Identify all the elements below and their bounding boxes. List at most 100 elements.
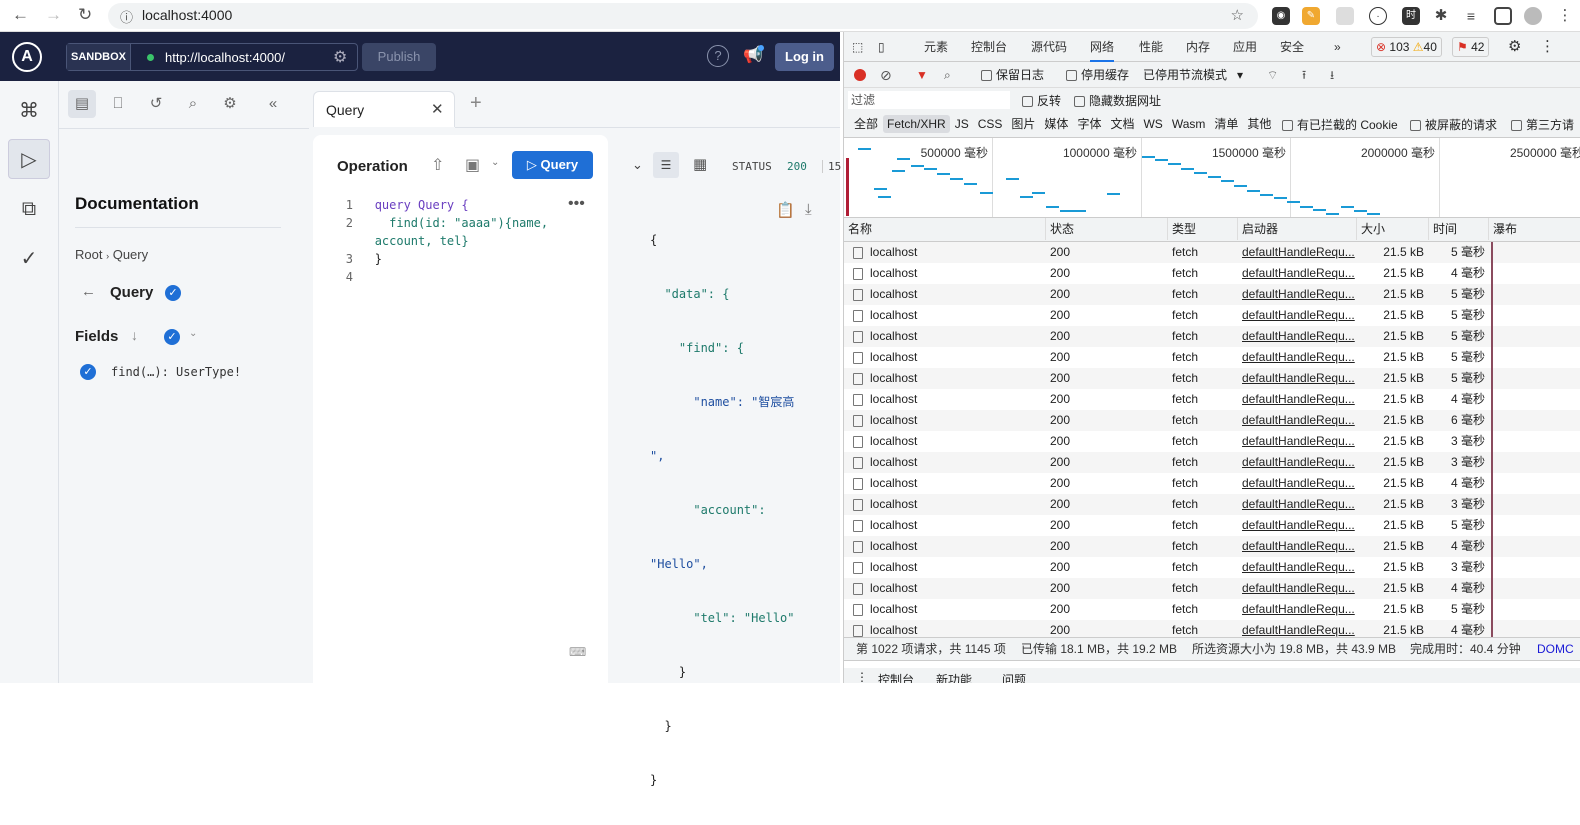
breadcrumb-root[interactable]: Root [75,247,102,262]
row-initiator[interactable]: defaultHandleRequ... [1242,431,1355,452]
type-filter-3[interactable]: CSS [974,115,1007,133]
type-filter-2[interactable]: JS [951,115,973,133]
type-filter-6[interactable]: 字体 [1073,115,1105,133]
tab-console[interactable]: 控制台 [971,32,1007,62]
row-initiator[interactable]: defaultHandleRequ... [1242,410,1355,431]
table-row[interactable]: localhost 200 fetch defaultHandleRequ...… [844,494,1580,515]
apollo-logo-icon[interactable]: A [12,42,42,72]
row-name[interactable]: localhost [870,494,917,515]
check-circle-icon[interactable]: ✓ [165,285,181,301]
col-status[interactable]: 状态 [1046,218,1168,240]
row-name[interactable]: localhost [870,515,917,536]
bookmark-icon[interactable]: ⎕ [104,90,132,118]
type-filter-8[interactable]: WS [1139,115,1166,133]
sort-down-icon[interactable]: ↓ [131,327,138,343]
table-row[interactable]: localhost 200 fetch defaultHandleRequ...… [844,284,1580,305]
select-all-check-icon[interactable]: ✓ [164,329,180,345]
col-initiator[interactable]: 启动器 [1238,218,1357,240]
extension-icon[interactable]: 时 [1402,7,1420,25]
extension-icon[interactable]: ◉ [1272,7,1290,25]
save-icon[interactable]: ▣ [465,155,480,175]
col-waterfall[interactable]: 瀑布 [1489,218,1580,240]
back-arrow-icon[interactable]: ← [81,283,96,300]
row-initiator[interactable]: defaultHandleRequ... [1242,389,1355,410]
table-row[interactable]: localhost 200 fetch defaultHandleRequ...… [844,263,1580,284]
clear-icon[interactable]: ⊘ [880,62,892,88]
hide-data-urls-checkbox[interactable]: 隐藏数据网址 [1074,92,1161,109]
type-filter-7[interactable]: 文档 [1106,115,1138,133]
gear-icon[interactable]: ⚙ [333,47,347,67]
login-button[interactable]: Log in [775,43,834,71]
chevron-down-icon[interactable]: ⌄ [491,157,499,168]
table-row[interactable]: localhost 200 fetch defaultHandleRequ...… [844,431,1580,452]
row-initiator[interactable]: defaultHandleRequ... [1242,599,1355,620]
breadcrumb-query[interactable]: Query [113,247,148,262]
row-initiator[interactable]: defaultHandleRequ... [1242,578,1355,599]
preserve-log-checkbox[interactable]: 保留日志 [981,62,1044,88]
record-icon[interactable] [854,69,866,81]
drawer-tab-console[interactable]: 控制台 [878,671,914,683]
tab-elements[interactable]: 元素 [924,32,948,62]
inspect-icon[interactable]: ⬚ [852,32,863,62]
row-name[interactable]: localhost [870,410,917,431]
extension-icon[interactable] [1336,7,1354,25]
table-row[interactable]: localhost 200 fetch defaultHandleRequ...… [844,389,1580,410]
row-name[interactable]: localhost [870,431,917,452]
checkmark-icon[interactable]: ✓ [8,239,50,279]
row-name[interactable]: localhost [870,347,917,368]
json-view-icon[interactable]: ☰ [653,152,679,178]
row-name[interactable]: localhost [870,536,917,557]
error-warning-counter[interactable]: ⊗ 103 ⚠40 [1371,37,1442,57]
type-filter-11[interactable]: 其他 [1243,115,1275,133]
puzzle-icon[interactable]: ✱ [1432,7,1450,25]
type-filter-5[interactable]: 媒体 [1040,115,1072,133]
back-icon[interactable]: ← [12,5,29,25]
type-filter-9[interactable]: Wasm [1168,115,1210,133]
publish-button[interactable]: Publish [362,43,436,71]
third-party-checkbox[interactable]: 第三方请 [1511,116,1574,133]
tab-sources[interactable]: 源代码 [1031,32,1067,62]
drawer-menu-icon[interactable]: ⋮ [856,670,868,683]
tab-query[interactable]: Query ✕ [313,91,455,127]
settings-gear-icon[interactable]: ⚙ [1508,32,1521,62]
forward-icon[interactable]: → [45,5,62,25]
tab-security[interactable]: 安全 [1280,32,1304,62]
field-check-icon[interactable]: ✓ [80,364,96,380]
filter-input[interactable]: 过滤 [848,91,1010,109]
schema-icon[interactable]: ⌘ [8,91,50,131]
filter-icon[interactable]: ▼ [916,62,928,88]
table-row[interactable]: localhost 200 fetch defaultHandleRequ...… [844,452,1580,473]
table-row[interactable]: localhost 200 fetch defaultHandleRequ...… [844,242,1580,263]
search-icon[interactable]: ⌕ [179,90,207,118]
type-filter-10[interactable]: 清单 [1210,115,1242,133]
invert-checkbox[interactable]: 反转 [1022,92,1061,109]
table-row[interactable]: localhost 200 fetch defaultHandleRequ...… [844,347,1580,368]
type-filter-4[interactable]: 图片 [1007,115,1039,133]
row-initiator[interactable]: defaultHandleRequ... [1242,284,1355,305]
device-toggle-icon[interactable]: ▯ [878,32,885,62]
row-initiator[interactable]: defaultHandleRequ... [1242,494,1355,515]
checks-list-icon[interactable]: ⧉ [8,189,50,229]
export-har-icon[interactable]: ⭳ [1330,62,1334,88]
row-initiator[interactable]: defaultHandleRequ... [1242,347,1355,368]
extension-icon[interactable]: · [1369,7,1387,25]
download-icon[interactable]: ⤓ [805,201,812,218]
table-row[interactable]: localhost 200 fetch defaultHandleRequ...… [844,515,1580,536]
sidepanel-icon[interactable] [1494,7,1512,25]
row-initiator[interactable]: defaultHandleRequ... [1242,473,1355,494]
tab-performance[interactable]: 性能 [1139,32,1163,62]
endpoint-box[interactable]: SANDBOX http://localhost:4000/ ⚙ [66,43,358,71]
row-initiator[interactable]: defaultHandleRequ... [1242,326,1355,347]
run-query-button[interactable]: ▷ Query [512,151,593,179]
row-name[interactable]: localhost [870,284,917,305]
documentation-icon[interactable]: ▤ [68,90,96,118]
type-filter-1[interactable]: Fetch/XHR [883,115,950,133]
history-icon[interactable]: ↺ [142,90,170,118]
reload-icon[interactable]: ↻ [78,5,92,25]
menu-icon[interactable]: ⋮ [1556,7,1574,25]
row-name[interactable]: localhost [870,263,917,284]
col-time[interactable]: 时间 [1429,218,1489,240]
table-row[interactable]: localhost 200 fetch defaultHandleRequ...… [844,326,1580,347]
tab-application[interactable]: 应用 [1233,32,1257,62]
row-name[interactable]: localhost [870,305,917,326]
